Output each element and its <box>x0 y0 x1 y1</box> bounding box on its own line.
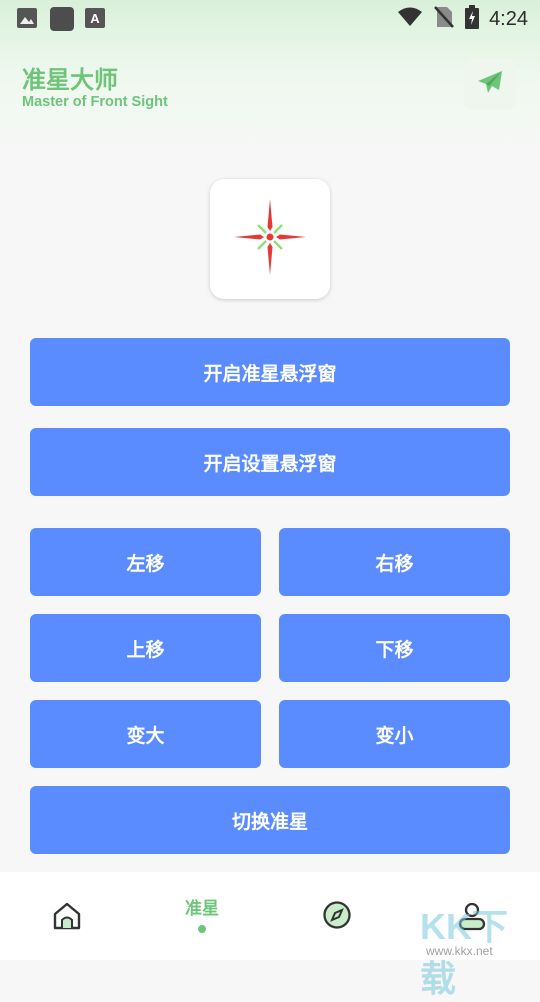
font-a-icon: A <box>84 7 106 29</box>
move-down-button[interactable]: 下移 <box>279 614 510 682</box>
app-title: 准星大师 <box>22 67 118 94</box>
paper-plane-icon <box>475 67 505 101</box>
move-left-button[interactable]: 左移 <box>30 528 261 596</box>
nav-crosshair[interactable]: 准星 <box>152 872 252 960</box>
open-crosshair-float-button[interactable]: 开启准星悬浮窗 <box>30 338 510 406</box>
battery-charging-icon <box>465 5 480 33</box>
switch-crosshair-button[interactable]: 切换准星 <box>30 786 510 854</box>
compass-icon <box>322 900 352 934</box>
nav-crosshair-label: 准星 <box>185 899 219 919</box>
nav-home[interactable] <box>17 872 117 960</box>
send-button[interactable] <box>464 58 516 110</box>
svg-text:A: A <box>90 11 100 26</box>
move-up-button[interactable]: 上移 <box>30 614 261 682</box>
crosshair-preview-card <box>210 179 330 299</box>
home-icon <box>51 900 83 936</box>
crosshair-icon <box>230 197 310 281</box>
image-icon <box>16 7 38 29</box>
watermark-url: www.kkx.net <box>426 944 493 958</box>
bigger-button[interactable]: 变大 <box>30 700 261 768</box>
active-indicator-dot <box>198 925 206 933</box>
app-square-icon <box>50 7 74 31</box>
open-settings-float-button[interactable]: 开启设置悬浮窗 <box>30 428 510 496</box>
move-right-button[interactable]: 右移 <box>279 528 510 596</box>
smaller-button[interactable]: 变小 <box>279 700 510 768</box>
wifi-icon <box>397 6 423 32</box>
app-subtitle: Master of Front Sight <box>22 94 168 110</box>
status-bar: A 4:24 <box>0 0 540 36</box>
status-time: 4:24 <box>489 7 528 30</box>
no-sim-icon <box>433 5 455 33</box>
nav-discover[interactable] <box>287 872 387 960</box>
